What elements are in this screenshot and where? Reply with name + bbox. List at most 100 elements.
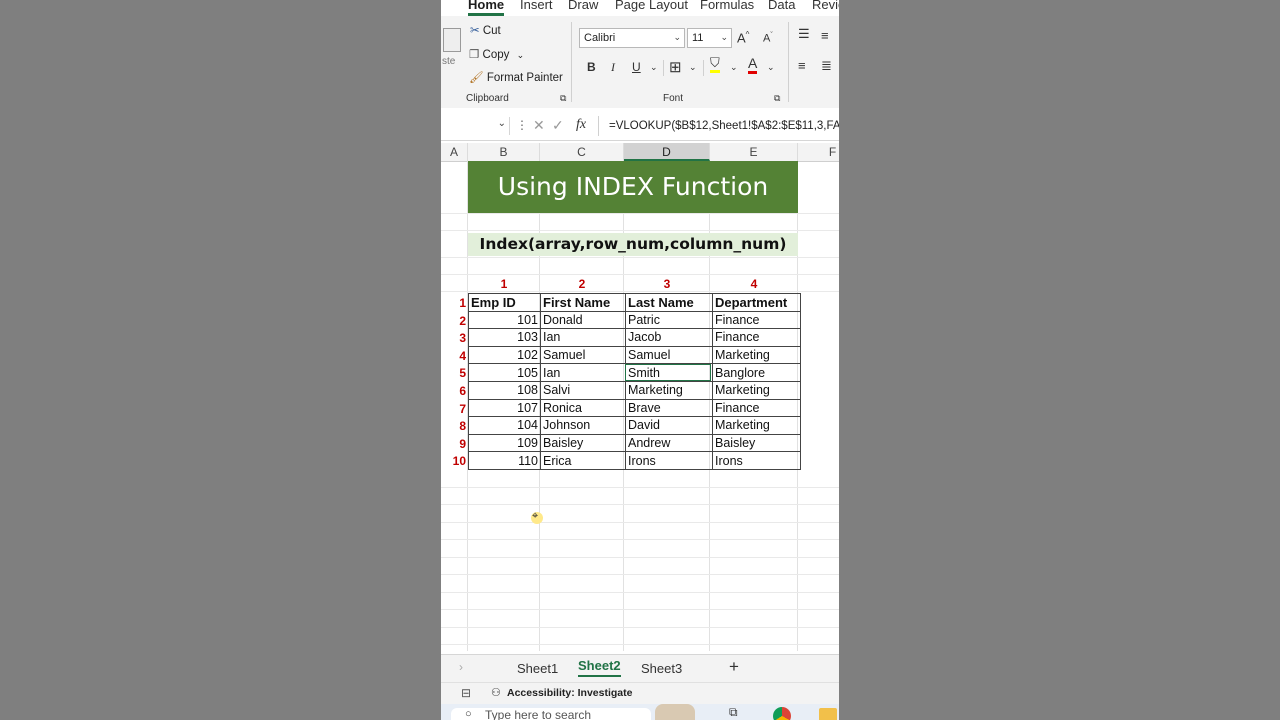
- cell-department[interactable]: Baisley: [712, 433, 801, 453]
- tab-page-layout[interactable]: Page Layout: [615, 0, 688, 12]
- chevron-down-icon[interactable]: ⌄: [498, 118, 506, 129]
- header-first-name[interactable]: First Name: [540, 293, 626, 312]
- cell-first-name[interactable]: Salvi: [540, 380, 626, 400]
- cell-department[interactable]: Finance: [712, 398, 801, 418]
- align-left-icon[interactable]: ≡: [798, 58, 806, 73]
- taskbar-search-input[interactable]: ○ Type here to search: [451, 708, 651, 720]
- align-center-icon[interactable]: ≣: [821, 58, 832, 74]
- header-department[interactable]: Department: [712, 293, 801, 312]
- format-painter-button[interactable]: 🖌 Format Painter: [469, 70, 563, 84]
- align-middle-icon[interactable]: ≡: [821, 28, 829, 43]
- column-header-c[interactable]: C: [540, 143, 624, 161]
- fill-color-icon[interactable]: ⛉: [710, 56, 720, 73]
- sheet-tab-sheet3[interactable]: Sheet3: [641, 661, 682, 676]
- increase-font-size-button[interactable]: A^: [737, 30, 749, 45]
- tab-insert[interactable]: Insert: [520, 0, 553, 12]
- enter-icon[interactable]: ✓: [552, 117, 564, 134]
- cell-first-name[interactable]: Ian: [540, 363, 626, 382]
- cut-button[interactable]: ✂ Cut: [470, 23, 501, 37]
- cell-emp-id[interactable]: 108: [468, 380, 541, 400]
- column-header-e[interactable]: E: [710, 143, 798, 161]
- cell-emp-id[interactable]: 107: [468, 398, 541, 418]
- paste-label[interactable]: ste: [442, 56, 455, 67]
- cell-emp-id[interactable]: 102: [468, 345, 541, 365]
- macro-record-icon[interactable]: ⊟: [461, 686, 471, 700]
- column-header-b[interactable]: B: [468, 143, 540, 161]
- decrease-font-size-button[interactable]: Aˇ: [763, 32, 773, 45]
- cancel-icon[interactable]: ✕: [533, 117, 545, 134]
- header-last-name[interactable]: Last Name: [625, 293, 713, 312]
- cell-emp-id[interactable]: 103: [468, 328, 541, 347]
- column-header-d[interactable]: D: [624, 143, 710, 161]
- cell-last-name[interactable]: Andrew: [625, 433, 713, 453]
- sheet-tab-sheet1[interactable]: Sheet1: [517, 661, 558, 676]
- tab-review[interactable]: Revie: [812, 0, 839, 12]
- chevron-right-icon[interactable]: ›: [459, 660, 463, 674]
- cell-department[interactable]: Finance: [712, 310, 801, 330]
- paste-icon[interactable]: [443, 28, 461, 52]
- tab-home[interactable]: Home: [468, 0, 504, 12]
- cell-department[interactable]: Marketing: [712, 380, 801, 400]
- sheet-title-banner[interactable]: Using INDEX Function: [468, 161, 798, 213]
- cell-first-name[interactable]: Donald: [540, 310, 626, 330]
- task-view-icon[interactable]: ⧉: [729, 705, 738, 720]
- search-highlight-image[interactable]: [655, 704, 695, 720]
- column-header-f[interactable]: F: [798, 143, 839, 161]
- cell-last-name[interactable]: Irons: [625, 451, 713, 470]
- cell-last-name[interactable]: Marketing: [625, 380, 713, 400]
- cell-first-name[interactable]: Johnson: [540, 416, 626, 435]
- column-header-a[interactable]: A: [441, 143, 468, 161]
- cell-emp-id[interactable]: 101: [468, 310, 541, 330]
- cell-first-name[interactable]: Samuel: [540, 345, 626, 365]
- tab-formulas[interactable]: Formulas: [700, 0, 754, 12]
- chevron-down-icon[interactable]: ⌄: [650, 62, 658, 73]
- cell-first-name[interactable]: Erica: [540, 451, 626, 470]
- chevron-down-icon[interactable]: ⌄: [517, 50, 525, 60]
- cell-department[interactable]: Marketing: [712, 345, 801, 365]
- font-color-button[interactable]: A: [748, 56, 758, 74]
- tab-draw[interactable]: Draw: [568, 0, 598, 12]
- syntax-banner[interactable]: Index(array,row_num,column_num): [468, 233, 798, 256]
- copy-button[interactable]: ❐ Copy ⌄: [469, 47, 524, 61]
- cell-first-name[interactable]: Baisley: [540, 433, 626, 453]
- cell-last-name[interactable]: David: [625, 416, 713, 435]
- chevron-down-icon[interactable]: ⌄: [767, 62, 775, 73]
- tab-data[interactable]: Data: [768, 0, 795, 12]
- cell-last-name[interactable]: Jacob: [625, 328, 713, 347]
- add-sheet-button[interactable]: +: [729, 657, 739, 677]
- header-emp-id[interactable]: Emp ID: [468, 293, 541, 312]
- cell-emp-id[interactable]: 104: [468, 416, 541, 435]
- cell-emp-id[interactable]: 110: [468, 451, 541, 470]
- font-dialog-launcher-icon[interactable]: ⧉: [774, 93, 780, 104]
- clipboard-dialog-launcher-icon[interactable]: ⧉: [560, 93, 566, 104]
- cell-first-name[interactable]: Ronica: [540, 398, 626, 418]
- italic-button[interactable]: I: [611, 60, 615, 75]
- sheet-tab-sheet2[interactable]: Sheet2: [578, 658, 621, 677]
- borders-icon[interactable]: ⊞: [669, 58, 682, 76]
- cell-department[interactable]: Finance: [712, 328, 801, 347]
- cell-last-name[interactable]: Brave: [625, 398, 713, 418]
- chevron-down-icon[interactable]: ⌄: [689, 62, 697, 73]
- bold-button[interactable]: B: [587, 60, 596, 74]
- cell-first-name[interactable]: Ian: [540, 328, 626, 347]
- formula-input[interactable]: =VLOOKUP($B$12,Sheet1!$A$2:$E$11,3,FA: [609, 120, 839, 132]
- file-explorer-icon[interactable]: [819, 708, 837, 720]
- cell-department[interactable]: Banglore: [712, 363, 801, 382]
- accessibility-icon[interactable]: ⚇: [491, 686, 501, 699]
- align-top-icon[interactable]: ☰: [798, 26, 810, 42]
- underline-button[interactable]: U: [632, 60, 641, 74]
- cell-last-name[interactable]: Samuel: [625, 345, 713, 365]
- more-options-icon[interactable]: ⋮: [516, 118, 528, 132]
- chevron-down-icon[interactable]: ⌄: [730, 62, 738, 73]
- font-size-select[interactable]: 11 ⌄: [687, 28, 732, 48]
- cell-last-name[interactable]: Patric: [625, 310, 713, 330]
- cell-emp-id[interactable]: 109: [468, 433, 541, 453]
- cell-department[interactable]: Marketing: [712, 416, 801, 435]
- accessibility-status[interactable]: Accessibility: Investigate: [507, 687, 632, 699]
- insert-function-button[interactable]: fx: [576, 117, 586, 133]
- cell-emp-id[interactable]: 105: [468, 363, 541, 382]
- font-family-select[interactable]: Calibri ⌄: [579, 28, 685, 48]
- chrome-icon[interactable]: [773, 707, 791, 720]
- cell-department[interactable]: Irons: [712, 451, 801, 470]
- name-box[interactable]: ⌄: [441, 117, 510, 135]
